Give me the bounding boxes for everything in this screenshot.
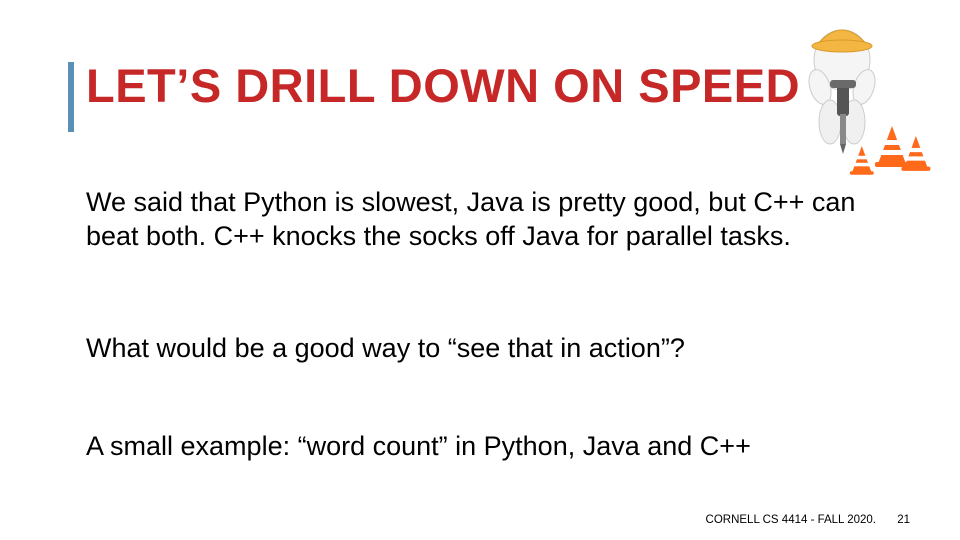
body-paragraph-2: What would be a good way to “see that in… bbox=[86, 332, 876, 366]
body-paragraph-3: A small example: “word count” in Python,… bbox=[86, 430, 876, 464]
title-accent-bar bbox=[68, 62, 74, 132]
footer-page-number: 21 bbox=[897, 514, 910, 526]
footer-course: CORNELL CS 4414 - FALL 2020. bbox=[706, 514, 876, 526]
slide-title: LET’S DRILL DOWN ON SPEED bbox=[86, 58, 800, 113]
construction-worker-icon bbox=[782, 2, 942, 182]
slide-footer: CORNELL CS 4414 - FALL 2020. 21 bbox=[706, 514, 910, 526]
body-paragraph-1: We said that Python is slowest, Java is … bbox=[86, 186, 876, 254]
